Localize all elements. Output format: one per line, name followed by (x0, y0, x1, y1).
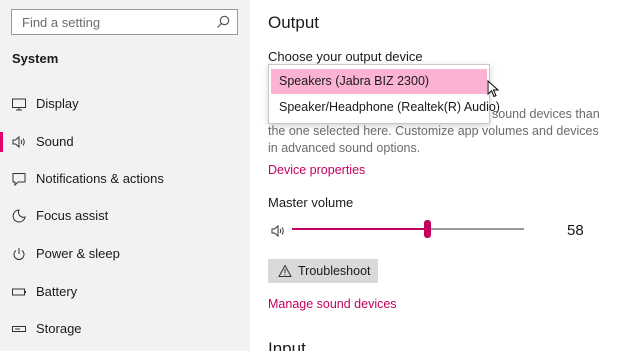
warning-icon (278, 264, 292, 277)
manage-sound-devices-link[interactable]: Manage sound devices (268, 297, 397, 311)
master-volume-label: Master volume (268, 195, 354, 210)
sidebar-item-notifications[interactable]: Notifications & actions (0, 163, 250, 195)
troubleshoot-button[interactable]: Troubleshoot (268, 259, 378, 283)
storage-icon (12, 326, 26, 332)
dropdown-option-headphone[interactable]: Speaker/Headphone (Realtek(R) Audio) (271, 95, 500, 120)
output-device-dropdown[interactable]: Speakers (Jabra BIZ 2300) Speaker/Headph… (268, 64, 500, 124)
sidebar-item-power-sleep[interactable]: Power & sleep (0, 238, 250, 270)
troubleshoot-label: Troubleshoot (298, 264, 371, 278)
sidebar-item-focus-assist[interactable]: Focus assist (0, 200, 250, 232)
sidebar-item-display[interactable]: Display (0, 88, 250, 120)
device-properties-link[interactable]: Device properties (268, 163, 365, 177)
search-icon[interactable] (215, 14, 231, 30)
sidebar: Find a setting System Display Sound Noti… (0, 0, 250, 351)
speaker-icon (12, 135, 25, 149)
battery-icon (12, 288, 26, 296)
active-indicator (0, 132, 3, 152)
sidebar-item-label: Sound (36, 134, 74, 149)
notifications-icon (12, 173, 26, 187)
sidebar-item-label: Power & sleep (36, 246, 120, 261)
sidebar-item-battery[interactable]: Battery (0, 276, 250, 308)
speaker-icon[interactable] (270, 223, 286, 239)
main-content: Output Choose your output device sound d… (250, 0, 624, 351)
master-volume-slider[interactable] (292, 220, 524, 238)
mouse-cursor-icon (487, 80, 500, 98)
sidebar-item-label: Battery (36, 284, 78, 299)
section-title: System (12, 51, 59, 66)
search-box[interactable]: Find a setting (11, 9, 238, 35)
input-heading: Input (268, 341, 306, 351)
moon-icon (12, 209, 26, 223)
page-title: Output (268, 13, 320, 32)
sidebar-item-label: Focus assist (36, 208, 109, 223)
sidebar-item-label: Storage (36, 321, 82, 336)
sidebar-item-label: Notifications & actions (36, 171, 164, 186)
search-input[interactable]: Find a setting (22, 15, 100, 30)
sidebar-item-storage[interactable]: Storage (0, 313, 250, 345)
output-device-label: Choose your output device (268, 49, 423, 64)
monitor-icon (12, 98, 26, 111)
sidebar-item-label: Display (36, 96, 79, 111)
volume-value: 58 (567, 222, 584, 239)
dropdown-option-speakers[interactable]: Speakers (Jabra BIZ 2300) (271, 69, 487, 94)
power-icon (13, 248, 25, 260)
volume-slider-thumb[interactable] (424, 220, 431, 238)
volume-slider-fill (292, 228, 427, 230)
sidebar-item-sound[interactable]: Sound (0, 126, 250, 158)
